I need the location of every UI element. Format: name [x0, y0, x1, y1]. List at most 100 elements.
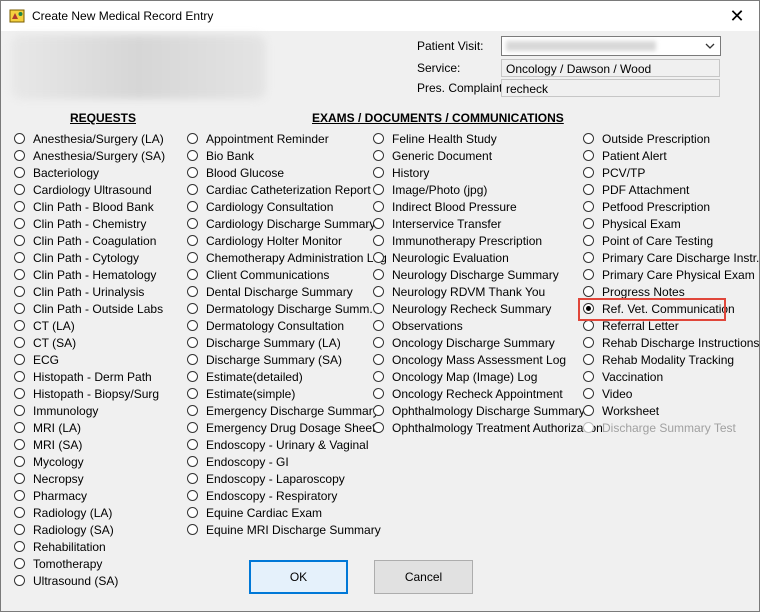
- radio-option-label: CT (LA): [33, 319, 75, 333]
- radio-button[interactable]: [373, 269, 384, 280]
- radio-button[interactable]: [14, 354, 25, 365]
- radio-button[interactable]: [187, 303, 198, 314]
- cancel-button[interactable]: Cancel: [374, 560, 473, 594]
- radio-button[interactable]: [583, 133, 594, 144]
- radio-button[interactable]: [373, 150, 384, 161]
- radio-button[interactable]: [14, 405, 25, 416]
- radio-button[interactable]: [14, 218, 25, 229]
- radio-button[interactable]: [14, 524, 25, 535]
- radio-button[interactable]: [373, 388, 384, 399]
- radio-button[interactable]: [187, 286, 198, 297]
- radio-button[interactable]: [14, 490, 25, 501]
- radio-button[interactable]: [187, 133, 198, 144]
- radio-button[interactable]: [583, 337, 594, 348]
- requests-heading: REQUESTS: [70, 111, 137, 125]
- radio-button[interactable]: [187, 388, 198, 399]
- radio-button[interactable]: [14, 184, 25, 195]
- radio-option-label: Observations: [392, 319, 463, 333]
- radio-button[interactable]: [14, 201, 25, 212]
- radio-button[interactable]: [14, 507, 25, 518]
- radio-button[interactable]: [14, 303, 25, 314]
- radio-button[interactable]: [583, 218, 594, 229]
- radio-button[interactable]: [14, 541, 25, 552]
- radio-button[interactable]: [187, 524, 198, 535]
- radio-button[interactable]: [14, 269, 25, 280]
- radio-button[interactable]: [187, 201, 198, 212]
- radio-button[interactable]: [373, 371, 384, 382]
- radio-button[interactable]: [583, 252, 594, 263]
- radio-button[interactable]: [187, 456, 198, 467]
- radio-button[interactable]: [373, 184, 384, 195]
- radio-button[interactable]: [583, 235, 594, 246]
- radio-button[interactable]: [14, 473, 25, 484]
- radio-button[interactable]: [187, 235, 198, 246]
- radio-button[interactable]: [583, 388, 594, 399]
- radio-option-label: Ophthalmology Treatment Authorization: [392, 421, 603, 435]
- radio-button[interactable]: [187, 337, 198, 348]
- radio-button[interactable]: [14, 575, 25, 586]
- radio-button[interactable]: [373, 405, 384, 416]
- radio-button[interactable]: [14, 388, 25, 399]
- radio-option-label: Discharge Summary (SA): [206, 353, 343, 367]
- radio-button[interactable]: [583, 167, 594, 178]
- radio-option-label: Appointment Reminder: [206, 132, 329, 146]
- radio-button[interactable]: [14, 422, 25, 433]
- radio-button[interactable]: [14, 371, 25, 382]
- radio-button[interactable]: [14, 337, 25, 348]
- radio-button[interactable]: [187, 167, 198, 178]
- radio-button[interactable]: [187, 405, 198, 416]
- radio-button[interactable]: [583, 354, 594, 365]
- radio-button[interactable]: [14, 456, 25, 467]
- radio-button[interactable]: [373, 218, 384, 229]
- radio-button[interactable]: [583, 286, 594, 297]
- radio-button[interactable]: [373, 354, 384, 365]
- radio-option-label: Point of Care Testing: [602, 234, 714, 248]
- radio-button[interactable]: [187, 252, 198, 263]
- radio-button[interactable]: [373, 320, 384, 331]
- radio-button[interactable]: [187, 422, 198, 433]
- radio-button[interactable]: [187, 507, 198, 518]
- radio-button[interactable]: [14, 320, 25, 331]
- radio-button[interactable]: [583, 150, 594, 161]
- close-button[interactable]: ✕: [715, 1, 759, 31]
- radio-button[interactable]: [14, 286, 25, 297]
- radio-option-label: Oncology Mass Assessment Log: [392, 353, 567, 367]
- radio-button[interactable]: [187, 371, 198, 382]
- radio-button[interactable]: [14, 439, 25, 450]
- ok-button[interactable]: OK: [249, 560, 348, 594]
- radio-button[interactable]: [14, 150, 25, 161]
- radio-option-label: Anesthesia/Surgery (LA): [33, 132, 164, 146]
- radio-button[interactable]: [373, 422, 384, 433]
- radio-button[interactable]: [187, 439, 198, 450]
- radio-button[interactable]: [373, 337, 384, 348]
- radio-option-label: Video: [602, 387, 633, 401]
- radio-button[interactable]: [187, 490, 198, 501]
- radio-button[interactable]: [583, 405, 594, 416]
- radio-button[interactable]: [373, 252, 384, 263]
- radio-button[interactable]: [373, 167, 384, 178]
- radio-button[interactable]: [14, 235, 25, 246]
- radio-button[interactable]: [187, 473, 198, 484]
- radio-button[interactable]: [187, 354, 198, 365]
- radio-button[interactable]: [187, 269, 198, 280]
- radio-button[interactable]: [583, 371, 594, 382]
- radio-button[interactable]: [14, 133, 25, 144]
- radio-button[interactable]: [373, 201, 384, 212]
- patient-info-redacted: [11, 35, 266, 99]
- radio-button[interactable]: [187, 150, 198, 161]
- radio-button[interactable]: [583, 320, 594, 331]
- radio-button[interactable]: [373, 133, 384, 144]
- radio-button[interactable]: [14, 167, 25, 178]
- radio-button[interactable]: [187, 218, 198, 229]
- radio-button[interactable]: [373, 235, 384, 246]
- radio-button[interactable]: [14, 252, 25, 263]
- patient-visit-dropdown[interactable]: [501, 36, 721, 56]
- radio-button[interactable]: [373, 303, 384, 314]
- radio-button[interactable]: [583, 184, 594, 195]
- radio-button[interactable]: [373, 286, 384, 297]
- radio-button[interactable]: [187, 320, 198, 331]
- radio-button[interactable]: [583, 201, 594, 212]
- radio-button[interactable]: [187, 184, 198, 195]
- radio-button[interactable]: [583, 269, 594, 280]
- radio-button[interactable]: [14, 558, 25, 569]
